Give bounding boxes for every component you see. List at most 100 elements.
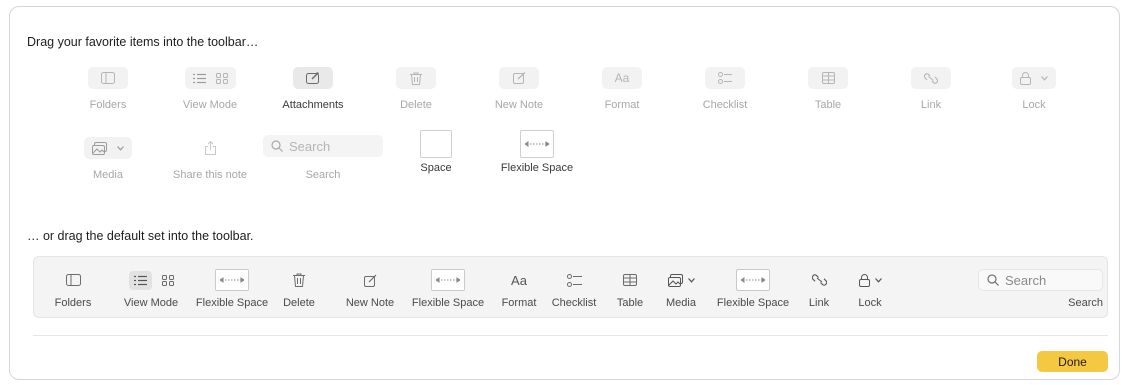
palette-checklist[interactable]: Checklist [675, 67, 775, 111]
default-toolbar-set[interactable]: Folders View Mode Flexible Space Delete … [33, 256, 1108, 318]
toolbar-flexible-space-3[interactable]: Flexible Space [711, 257, 795, 319]
list-icon [192, 73, 206, 83]
lock-icon [1012, 67, 1056, 89]
view-mode-icon [128, 265, 174, 295]
flexible-space-icon [520, 130, 554, 158]
palette-table-label: Table [814, 99, 842, 111]
done-button[interactable]: Done [1037, 351, 1108, 372]
format-icon: Aa [602, 67, 642, 89]
toolbar-media[interactable]: Media [658, 257, 704, 319]
toolbar-view-mode-label: View Mode [123, 297, 179, 309]
toolbar-table[interactable]: Table [610, 257, 650, 319]
checklist-icon [705, 67, 745, 89]
format-icon: Aa [511, 265, 527, 295]
media-icon [84, 137, 132, 159]
palette-view-mode-label: View Mode [182, 99, 238, 111]
flexible-space-icon [431, 269, 465, 291]
toolbar-search[interactable]: Search Search [975, 257, 1103, 319]
customize-toolbar-sheet [9, 6, 1120, 380]
search-icon [271, 140, 283, 152]
chevron-down-icon [874, 277, 882, 283]
toolbar-lock[interactable]: Lock [850, 257, 890, 319]
space-icon [420, 130, 452, 158]
palette-flexible-space[interactable]: Flexible Space [487, 130, 587, 174]
default-set-heading: … or drag the default set into the toolb… [27, 229, 254, 243]
toolbar-link[interactable]: Link [803, 257, 835, 319]
lock-icon [858, 265, 882, 295]
sidebar-icon [65, 265, 81, 295]
table-icon [808, 67, 848, 89]
compose-icon [363, 265, 377, 295]
toolbar-flexible-space-2[interactable]: Flexible Space [408, 257, 488, 319]
toolbar-folders-label: Folders [54, 297, 92, 309]
toolbar-folders[interactable]: Folders [48, 257, 98, 319]
palette-lock-label: Lock [1022, 99, 1046, 111]
palette-new-note-label: New Note [494, 99, 544, 111]
toolbar-delete-label: Delete [283, 297, 315, 309]
palette-lock[interactable]: Lock [984, 67, 1084, 111]
palette-checklist-label: Checklist [702, 99, 748, 111]
toolbar-new-note-label: New Note [345, 297, 395, 309]
palette-space-label: Space [420, 162, 452, 174]
checklist-icon [566, 265, 582, 295]
palette-share-label: Share this note [173, 169, 247, 181]
chevron-down-icon [1041, 75, 1048, 81]
flexible-space-icon [736, 269, 770, 291]
share-icon [190, 137, 230, 159]
gallery-icon [161, 274, 174, 286]
toolbar-table-label: Table [616, 297, 644, 309]
search-icon [987, 274, 999, 286]
palette-attachments-label: Attachments [282, 99, 344, 111]
palette-attachments[interactable]: Attachments [263, 67, 363, 111]
format-glyph: Aa [614, 71, 630, 85]
toolbar-checklist[interactable]: Checklist [547, 257, 601, 319]
format-glyph: Aa [511, 272, 527, 288]
table-icon [623, 265, 637, 295]
toolbar-delete[interactable]: Delete [278, 257, 320, 319]
palette-table[interactable]: Table [778, 67, 878, 111]
toolbar-new-note[interactable]: New Note [342, 257, 398, 319]
palette-heading: Drag your favorite items into the toolba… [27, 35, 259, 49]
toolbar-search-label: Search [1068, 297, 1103, 309]
view-mode-icon [184, 67, 236, 89]
trash-icon [396, 67, 436, 89]
palette-view-mode[interactable]: View Mode [160, 67, 260, 111]
list-icon [128, 270, 152, 290]
palette-media[interactable]: Media [58, 137, 158, 181]
toolbar-format-label: Format [501, 297, 537, 309]
palette-folders[interactable]: Folders [58, 67, 158, 111]
toolbar-flex2-label: Flexible Space [411, 297, 485, 309]
search-field-preview: Search [263, 135, 383, 157]
toolbar-format[interactable]: Aa Format [497, 257, 541, 319]
chevron-down-icon [117, 145, 124, 151]
palette-link-label: Link [920, 99, 942, 111]
sidebar-icon [88, 67, 128, 89]
toolbar-flex3-label: Flexible Space [716, 297, 790, 309]
palette-search-label: Search [305, 169, 341, 181]
palette-space[interactable]: Space [386, 130, 486, 174]
palette-new-note[interactable]: New Note [469, 67, 569, 111]
palette-format[interactable]: Aa Format [572, 67, 672, 111]
divider [33, 335, 1108, 336]
flexible-space-icon [215, 269, 249, 291]
link-icon [811, 265, 827, 295]
attachments-icon [293, 67, 333, 89]
palette-search[interactable]: Search Search [263, 135, 383, 181]
search-field: Search [978, 269, 1103, 291]
chevron-down-icon [687, 277, 695, 283]
palette-delete[interactable]: Delete [366, 67, 466, 111]
palette-format-label: Format [604, 99, 640, 111]
toolbar-lock-label: Lock [858, 297, 882, 309]
toolbar-view-mode[interactable]: View Mode [118, 257, 184, 319]
palette-link[interactable]: Link [881, 67, 981, 111]
search-placeholder: Search [289, 138, 331, 154]
palette-media-label: Media [93, 169, 123, 181]
gallery-icon [215, 72, 228, 84]
search-placeholder: Search [1005, 272, 1047, 288]
toolbar-flex1-label: Flexible Space [195, 297, 269, 309]
toolbar-media-label: Media [666, 297, 696, 309]
toolbar-flexible-space-1[interactable]: Flexible Space [192, 257, 272, 319]
trash-icon [293, 265, 305, 295]
palette-share[interactable]: Share this note [160, 137, 260, 181]
toolbar-link-label: Link [808, 297, 830, 309]
